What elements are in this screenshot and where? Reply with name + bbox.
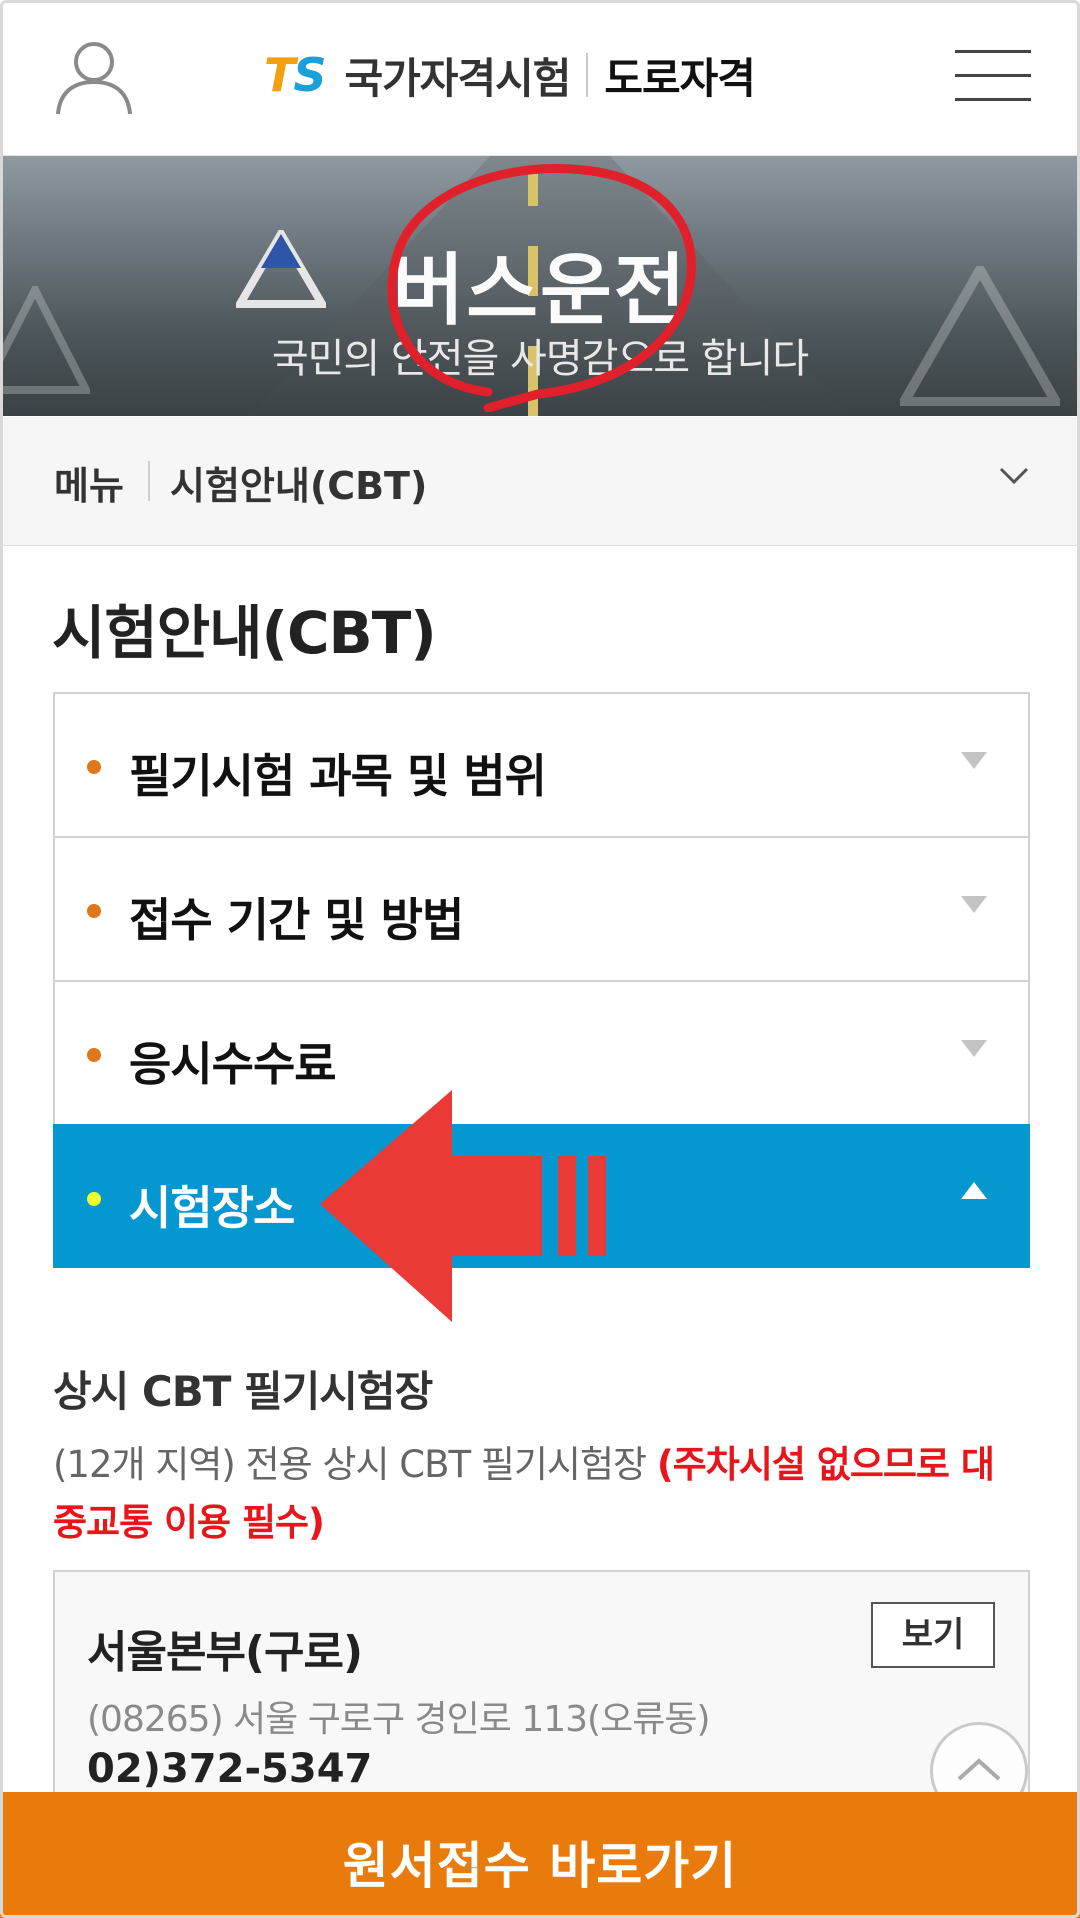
breadcrumb[interactable]: 메뉴 시험안내(CBT): [0, 417, 1080, 546]
hamburger-menu-icon[interactable]: [955, 50, 1031, 102]
site-logo[interactable]: TS 국가자격시험 도로자격: [264, 40, 756, 110]
breadcrumb-menu-label: 메뉴: [54, 464, 124, 508]
accordion-label: 접수 기간 및 방법: [129, 893, 464, 947]
bullet-icon: [87, 760, 101, 774]
caret-up-icon: [961, 1182, 987, 1199]
accordion-label: 시험장소: [129, 1181, 295, 1235]
section-description-text: (12개 지역) 전용 상시 CBT 필기시험장: [53, 1443, 657, 1486]
location-address: (08265) 서울 구로구 경인로 113(오류동): [87, 1699, 711, 1740]
red-circle-annotation: [387, 164, 696, 412]
logo-divider: [586, 53, 589, 97]
location-phone[interactable]: 02)372-5347: [87, 1746, 372, 1792]
header: TS 국가자격시험 도로자격: [0, 0, 1080, 156]
location-card: 서울본부(구로) 보기 (08265) 서울 구로구 경인로 113(오류동) …: [53, 1570, 1030, 1830]
bullet-icon: [87, 1192, 101, 1206]
accordion-label: 필기시험 과목 및 범위: [129, 749, 547, 803]
section-title: 상시 CBT 필기시험장: [53, 1367, 433, 1416]
location-name: 서울본부(구로): [87, 1627, 363, 1678]
caret-down-icon: [961, 896, 987, 913]
accordion-item-subjects[interactable]: 필기시험 과목 및 범위: [53, 692, 1030, 836]
bullet-icon: [87, 904, 101, 918]
view-button[interactable]: 보기: [871, 1602, 995, 1668]
apply-now-button[interactable]: 원서접수 바로가기: [0, 1792, 1080, 1918]
accordion-item-application[interactable]: 접수 기간 및 방법: [53, 836, 1030, 980]
caret-down-icon: [961, 752, 987, 769]
page-title: 시험안내(CBT): [52, 599, 437, 667]
accordion-label: 응시수수료: [129, 1037, 337, 1091]
apply-now-label: 원서접수 바로가기: [342, 1837, 738, 1895]
caret-down-icon: [961, 1040, 987, 1057]
user-icon[interactable]: [52, 34, 136, 118]
logo-letter-s: S: [293, 48, 326, 102]
bullet-icon: [87, 1048, 101, 1062]
chevron-down-icon[interactable]: [998, 466, 1030, 486]
breadcrumb-divider: [148, 461, 150, 501]
hero-banner: 버스운전 국민의 안전을 사명감으로 합니다: [0, 156, 1080, 416]
site-section: 도로자격: [604, 53, 756, 103]
site-name: 국가자격시험: [344, 53, 572, 103]
section-description: (12개 지역) 전용 상시 CBT 필기시험장 (주차시설 없으므로 대중교통…: [53, 1436, 1013, 1552]
ts-logo-mark: TS: [264, 48, 327, 102]
logo-letter-t: T: [264, 48, 295, 102]
breadcrumb-current: 시험안내(CBT): [170, 464, 428, 508]
red-arrow-annotation-icon: [320, 1090, 606, 1322]
